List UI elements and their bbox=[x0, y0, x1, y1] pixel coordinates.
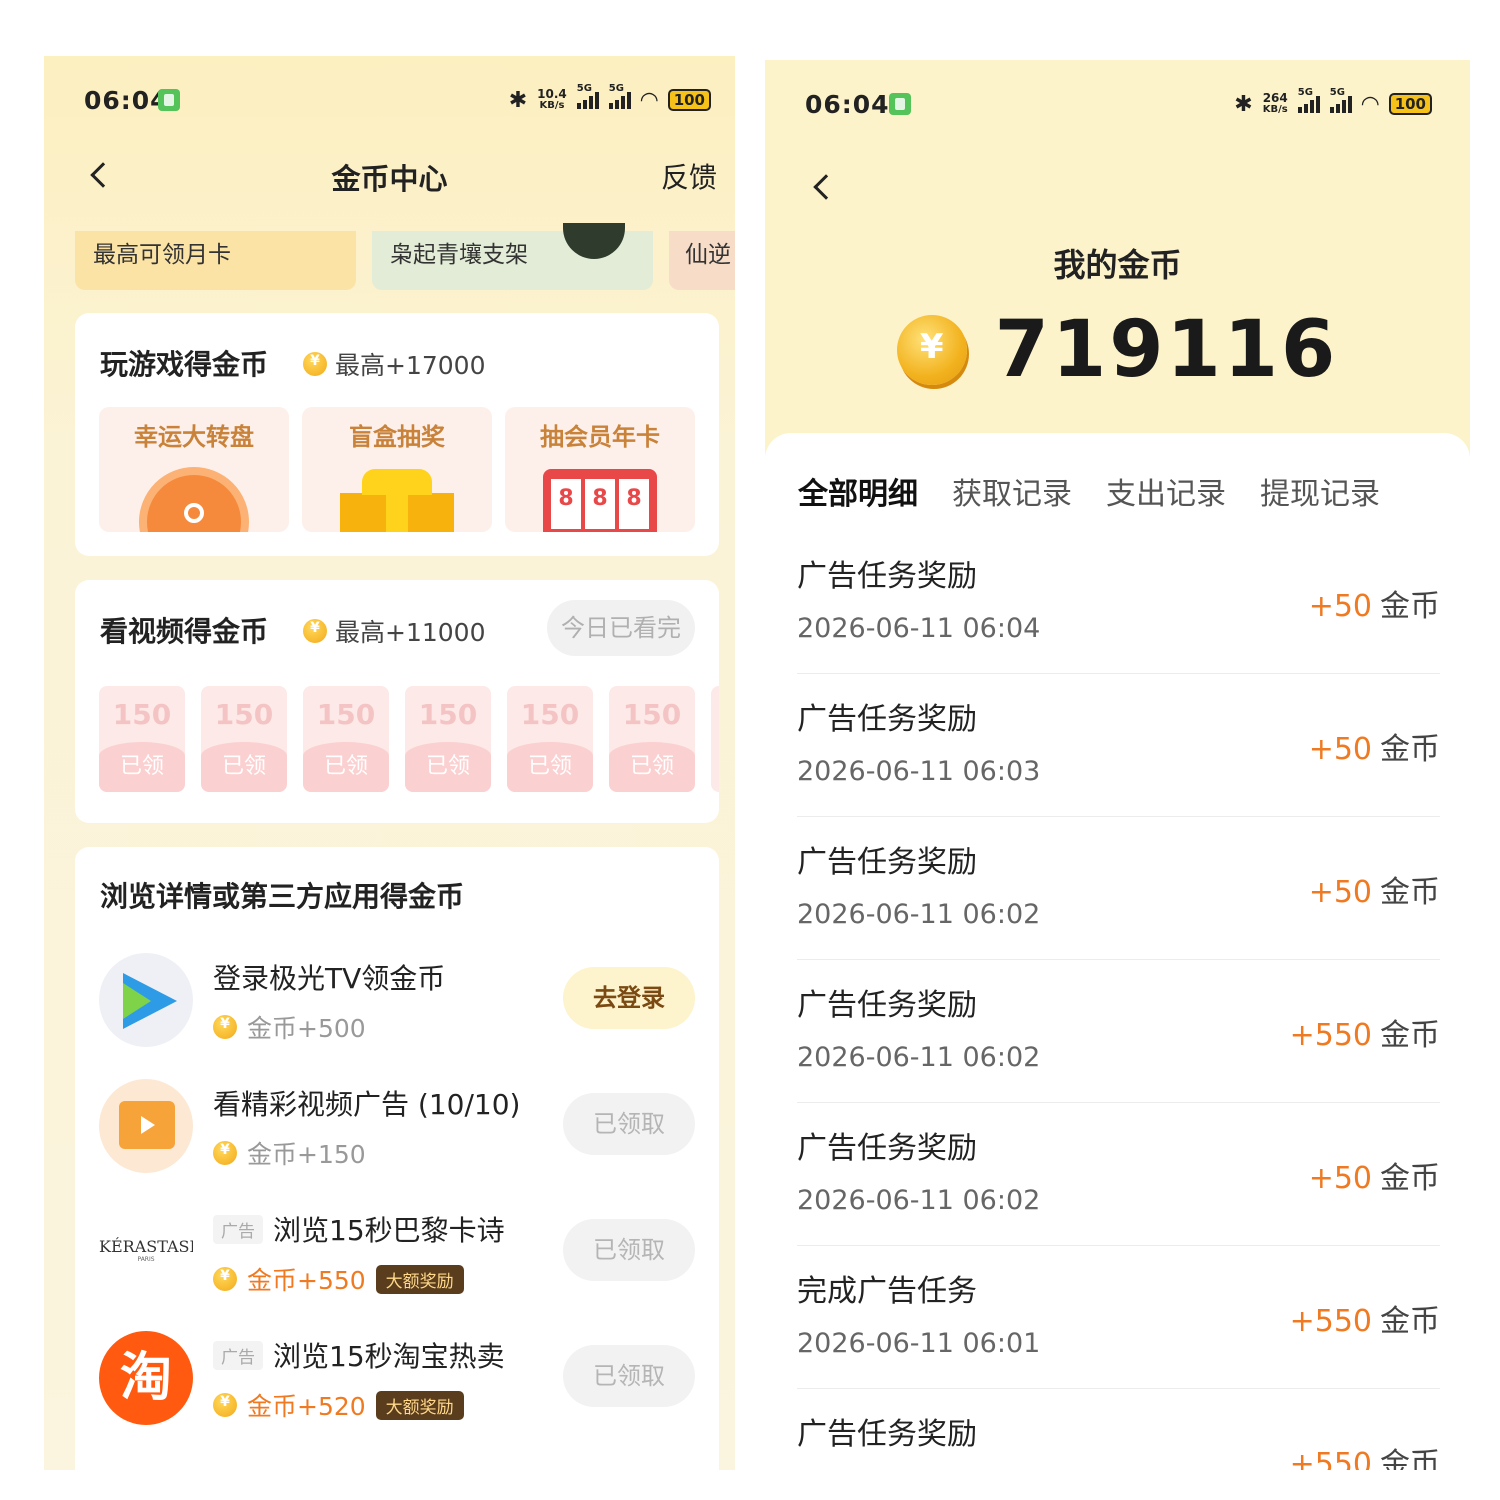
task-name: 广告 浏览15秒淘宝热卖 bbox=[213, 1335, 505, 1375]
game-lucky-wheel[interactable]: 幸运大转盘 bbox=[99, 407, 289, 532]
big-reward-badge: 大额奖励 bbox=[375, 1390, 464, 1420]
videos-card: 看视频得金币 最高+11000 今日已看完 150已领 150已领 150已领 … bbox=[75, 580, 719, 823]
net-speed: 264 KB/s bbox=[1262, 91, 1288, 115]
task-taobao: 淘 广告浏览15秒淘宝热卖 金币+520大额奖励 已领取 bbox=[99, 1331, 695, 1431]
games-title: 玩游戏得金币 bbox=[100, 348, 269, 381]
gold-coin-icon bbox=[896, 315, 967, 385]
coin-icon bbox=[303, 619, 327, 643]
task-reward: 金币+500 bbox=[213, 1009, 366, 1045]
game-vip-card[interactable]: 抽会员年卡 8 8 8 bbox=[505, 407, 695, 532]
status-time: 06:04 bbox=[805, 89, 890, 119]
status-bar: 06:04 ✱ 10.4 KB/s 5G 5G ◠ 100 bbox=[44, 70, 735, 130]
task-watch-ads: 看精彩视频广告 (10/10) 金币+150 已领取 bbox=[99, 1079, 695, 1179]
tab-all[interactable]: 全部明细 bbox=[798, 469, 918, 513]
banner-monthly-card[interactable]: 最高可领月卡 bbox=[75, 231, 356, 290]
status-bar: 06:04 ✱ 264 KB/s 5G 5G ◠ 100 bbox=[765, 74, 1470, 134]
ad-tag: 广告 bbox=[213, 1340, 263, 1370]
envelope-3: 150 已领 bbox=[303, 686, 389, 792]
coin-icon bbox=[213, 1267, 237, 1291]
task-login-tv: 登录极光TV领金币 金币+500 去登录 bbox=[99, 953, 695, 1053]
big-reward-badge: 大额奖励 bbox=[375, 1264, 464, 1294]
bluetooth-icon: ✱ bbox=[508, 87, 528, 113]
sim-icon bbox=[889, 93, 911, 115]
wheel-icon bbox=[139, 467, 249, 532]
my-coins-screen: 06:04 ✱ 264KB/s 5G 5G ◠ 100 我的金币 719116 … bbox=[765, 60, 1470, 1470]
record-row: 广告任务奖励 2026-06-11 06:03 +50 金币 bbox=[797, 674, 1440, 817]
record-row: 完成广告任务 2026-06-11 06:01 +550 金币 bbox=[797, 1246, 1440, 1389]
games-max: 最高+17000 bbox=[303, 346, 485, 382]
task-reward: 金币+520大额奖励 bbox=[213, 1387, 464, 1423]
kerastase-logo: KÉRASTASE PARIS bbox=[99, 1205, 193, 1299]
feedback-button[interactable]: 反馈 bbox=[661, 156, 717, 196]
coin-icon bbox=[213, 1015, 237, 1039]
envelope-5: 150 已领 bbox=[507, 686, 593, 792]
record-row: 广告任务奖励 2026-06-11 06:02 +50 金币 bbox=[797, 817, 1440, 960]
taobao-logo: 淘 bbox=[99, 1331, 193, 1425]
task-reward: 金币+150 bbox=[213, 1135, 366, 1171]
watched-today-pill: 今日已看完 bbox=[547, 600, 695, 656]
tab-withdraw[interactable]: 提现记录 bbox=[1260, 469, 1380, 513]
envelope-1: 150 已领 bbox=[99, 686, 185, 792]
record-row: 广告任务奖励 2026-06-11 06:02 +550 金币 bbox=[797, 960, 1440, 1103]
envelope-4: 150 已领 bbox=[405, 686, 491, 792]
browse-title: 浏览详情或第三方应用得金币 bbox=[100, 880, 465, 913]
back-icon[interactable] bbox=[813, 174, 839, 200]
envelope-6: 150 已领 bbox=[609, 686, 695, 792]
signal-icon-1: 5G bbox=[1297, 87, 1320, 113]
task-name: 看精彩视频广告 (10/10) bbox=[213, 1088, 521, 1121]
net-speed: 10.4 KB/s bbox=[537, 87, 567, 111]
battery-icon: 100 bbox=[1388, 93, 1432, 115]
browse-card: 浏览详情或第三方应用得金币 登录极光TV领金币 金币+500 去登录 看精彩视频… bbox=[75, 847, 719, 1470]
status-icons: ✱ 10.4 KB/s 5G 5G ◠ 100 bbox=[508, 83, 711, 113]
page-title: 我的金币 bbox=[1053, 246, 1182, 284]
character-avatar bbox=[563, 223, 625, 259]
page-title: 金币中心 bbox=[331, 162, 448, 196]
video-icon bbox=[99, 1079, 193, 1173]
coin-balance: 719116 bbox=[765, 305, 1470, 395]
task-name: 登录极光TV领金币 bbox=[213, 962, 446, 995]
videos-max: 最高+11000 bbox=[303, 613, 485, 649]
claimed-button[interactable]: 已领取 bbox=[563, 1345, 695, 1407]
records-tabs: 全部明细 获取记录 支出记录 提现记录 bbox=[798, 469, 1380, 513]
signal-icon-2: 5G bbox=[1329, 87, 1352, 113]
coin-center-screen: 06:04 ✱ 10.4 KB/s 5G 5G ◠ 100 金币中心 反馈 最高可… bbox=[44, 56, 735, 1470]
sim-icon bbox=[158, 89, 180, 111]
envelope-partial bbox=[711, 686, 719, 792]
coin-icon bbox=[213, 1141, 237, 1165]
videos-title: 看视频得金币 bbox=[100, 615, 269, 648]
task-name: 广告 浏览15秒巴黎卡诗 bbox=[213, 1209, 505, 1249]
status-time: 06:04 bbox=[84, 85, 169, 115]
bluetooth-icon: ✱ bbox=[1234, 91, 1253, 117]
wifi-icon: ◠ bbox=[1361, 91, 1379, 117]
wifi-icon: ◠ bbox=[640, 87, 658, 113]
slot-machine-icon: 8 8 8 bbox=[543, 469, 657, 532]
battery-icon: 100 bbox=[667, 89, 711, 111]
play-logo-icon bbox=[99, 953, 193, 1047]
record-row: 广告任务奖励 2026-06-11 06:04 +50 金币 bbox=[797, 531, 1440, 674]
signal-icon-2: 5G bbox=[608, 83, 631, 109]
envelope-2: 150 已领 bbox=[201, 686, 287, 792]
gift-box-icon bbox=[340, 493, 454, 532]
record-row: 广告任务奖励 +550 金币 bbox=[797, 1417, 1440, 1470]
go-login-button[interactable]: 去登录 bbox=[563, 967, 695, 1029]
tab-earned[interactable]: 获取记录 bbox=[952, 469, 1072, 513]
claimed-button[interactable]: 已领取 bbox=[563, 1093, 695, 1155]
ad-tag: 广告 bbox=[213, 1214, 263, 1244]
game-blind-box[interactable]: 盲盒抽奖 bbox=[302, 407, 492, 532]
banner-stand[interactable]: 枭起青壤支架 bbox=[372, 223, 653, 290]
banner-xianni[interactable]: 仙逆 bbox=[669, 231, 735, 290]
balance-value: 719116 bbox=[994, 305, 1339, 395]
task-kerastase: KÉRASTASE PARIS 广告浏览15秒巴黎卡诗 金币+550大额奖励 已… bbox=[99, 1205, 695, 1305]
task-reward: 金币+550大额奖励 bbox=[213, 1261, 464, 1297]
records-sheet: 全部明细 获取记录 支出记录 提现记录 广告任务奖励 2026-06-11 06:… bbox=[765, 433, 1470, 1470]
coin-icon bbox=[213, 1393, 237, 1417]
tab-spent[interactable]: 支出记录 bbox=[1106, 469, 1226, 513]
status-icons: ✱ 264 KB/s 5G 5G ◠ 100 bbox=[1234, 87, 1432, 117]
banner-row: 最高可领月卡 枭起青壤支架 仙逆 bbox=[75, 223, 735, 290]
claimed-button[interactable]: 已领取 bbox=[563, 1219, 695, 1281]
games-card: 玩游戏得金币 最高+17000 幸运大转盘 盲盒抽奖 抽会员年卡 8 8 8 bbox=[75, 313, 719, 556]
record-row: 广告任务奖励 2026-06-11 06:02 +50 金币 bbox=[797, 1103, 1440, 1246]
coin-icon bbox=[303, 352, 327, 376]
signal-icon-1: 5G bbox=[576, 83, 599, 109]
